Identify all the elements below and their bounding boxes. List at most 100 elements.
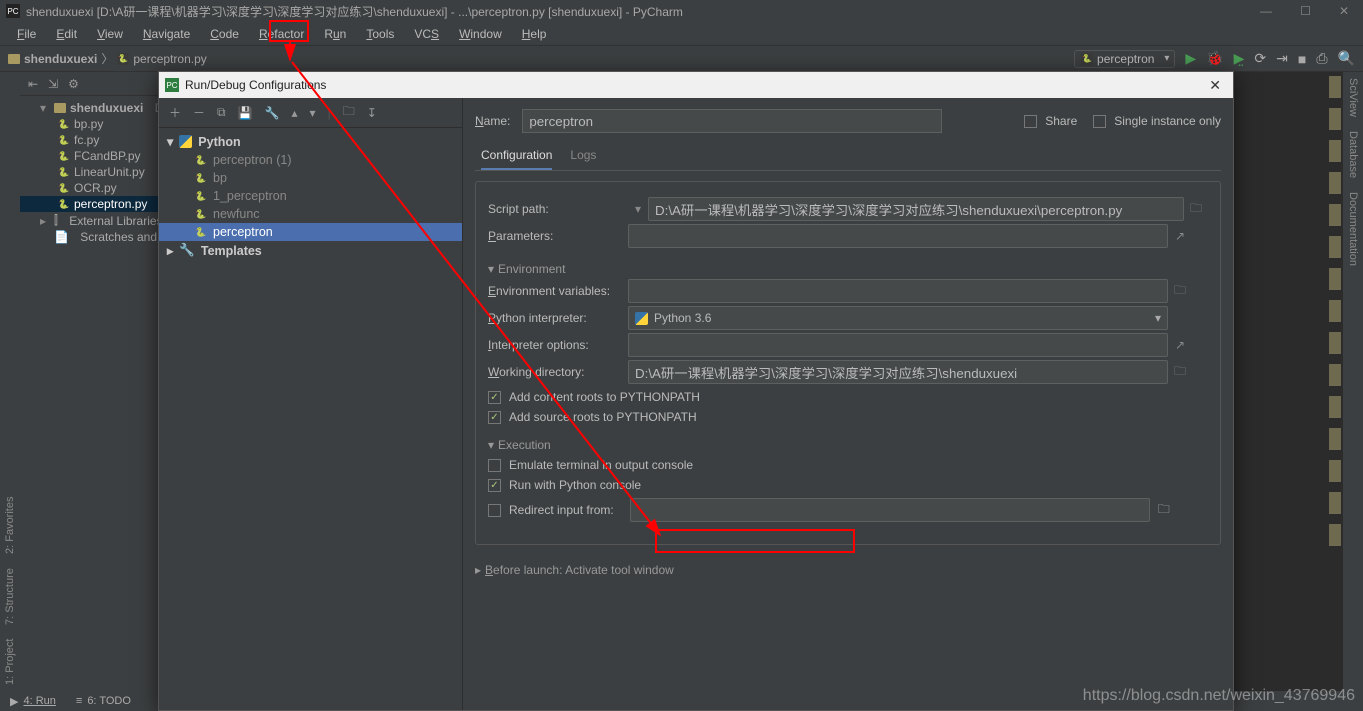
list-icon[interactable]: 🗀	[1168, 281, 1192, 302]
toolwin-run[interactable]: ▶ 4: Run	[10, 695, 56, 708]
envvars-input[interactable]	[628, 279, 1168, 303]
remove-config-button[interactable]: －	[193, 104, 205, 121]
maximize-button[interactable]: ☐	[1300, 4, 1311, 18]
save-config-button[interactable]: 💾	[238, 106, 253, 120]
tab-sciview[interactable]: SciView	[1347, 78, 1359, 117]
browse-icon[interactable]: 🗀	[1168, 362, 1192, 383]
titlebar: PC shenduxuexi [D:\A研一课程\机器学习\深度学习\深度学习对…	[0, 0, 1363, 22]
menu-refactor[interactable]: Refactor	[250, 25, 313, 43]
run-config-selector[interactable]: 🐍 perceptron	[1074, 50, 1175, 68]
pycharm-icon: PC	[6, 4, 20, 18]
move-down-button[interactable]: ▾	[310, 106, 316, 120]
dialog-titlebar[interactable]: PC Run/Debug Configurations ✕	[159, 72, 1233, 98]
single-instance-label: Single instance only	[1114, 114, 1221, 128]
environment-header[interactable]: ▾Environment	[488, 262, 1208, 276]
add-source-roots-checkbox[interactable]	[488, 411, 501, 424]
redirect-input-checkbox[interactable]	[488, 504, 501, 517]
interpreter-select[interactable]: Python 3.6	[628, 306, 1168, 330]
python-icon	[179, 135, 192, 148]
toolwin-todo[interactable]: ≡ 6: TODO	[76, 695, 131, 707]
breadcrumb-root[interactable]: shenduxuexi	[8, 52, 97, 66]
folder-config-button[interactable]: 🗀	[343, 102, 355, 123]
run-coverage-button[interactable]: ▶̤	[1234, 50, 1245, 67]
python-icon	[635, 312, 648, 325]
name-input[interactable]	[522, 109, 942, 133]
emulate-terminal-checkbox[interactable]	[488, 459, 501, 472]
script-path-label: Script path:	[488, 202, 628, 216]
move-up-button[interactable]: ▴	[292, 106, 298, 120]
python-file-icon: 🐍	[1081, 53, 1093, 65]
sort-config-button[interactable]: ↧	[367, 106, 377, 120]
add-source-roots-label: Add source roots to PYTHONPATH	[509, 410, 697, 424]
menu-file[interactable]: File	[8, 25, 45, 43]
debug-button[interactable]: 🐞	[1206, 50, 1223, 67]
browse-icon[interactable]: 🗀	[1184, 199, 1208, 220]
parameters-input[interactable]	[628, 224, 1168, 248]
parameters-label: Parameters:	[488, 229, 628, 243]
tab-structure[interactable]: 7: Structure	[4, 568, 16, 625]
before-launch-header[interactable]: ▸Before launch: Activate tool window	[475, 563, 1221, 577]
interp-opts-input[interactable]	[628, 333, 1168, 357]
menu-code[interactable]: Code	[201, 25, 248, 43]
run-python-console-label: Run with Python console	[509, 478, 641, 492]
expand-icon[interactable]: ↗	[1168, 229, 1192, 243]
menu-vcs[interactable]: VCS	[405, 25, 448, 43]
single-instance-checkbox[interactable]	[1093, 115, 1106, 128]
tab-project[interactable]: 1: Project	[4, 639, 16, 685]
browse-icon[interactable]: 🗀	[1158, 500, 1170, 521]
vcs-update-button[interactable]: ⎙	[1316, 50, 1327, 67]
tab-docs[interactable]: Documentation	[1347, 192, 1359, 266]
tab-favorites[interactable]: 2: Favorites	[4, 496, 16, 553]
menu-edit[interactable]: Edit	[47, 25, 86, 43]
collapse-all-icon[interactable]: ⇤	[28, 77, 38, 91]
menu-view[interactable]: View	[88, 25, 132, 43]
run-button[interactable]: ▶	[1185, 50, 1196, 67]
menu-run[interactable]: Run	[315, 25, 355, 43]
cfgtree-perceptron1[interactable]: 🐍perceptron (1)	[159, 151, 462, 169]
share-label: Share	[1045, 114, 1077, 128]
envvars-label: Environment variables:	[488, 284, 628, 298]
menu-window[interactable]: Window	[450, 25, 511, 43]
script-path-mode-dropdown[interactable]: ▾	[628, 202, 648, 216]
execution-header[interactable]: ▾Execution	[488, 438, 1208, 452]
breadcrumb-separator: 〉	[97, 50, 117, 67]
cfgtree-python[interactable]: ▾Python	[159, 132, 462, 151]
expand-icon[interactable]: ↗	[1168, 338, 1192, 352]
left-tool-strip: 1: Project 7: Structure 2: Favorites	[0, 72, 20, 691]
search-everywhere-button[interactable]: 🔍	[1338, 50, 1355, 67]
close-dialog-button[interactable]: ✕	[1203, 77, 1227, 94]
stop-button[interactable]: ■	[1298, 51, 1306, 67]
cfgtree-perceptron[interactable]: 🐍perceptron	[159, 223, 462, 241]
menu-tools[interactable]: Tools	[357, 25, 403, 43]
tab-logs[interactable]: Logs	[570, 142, 596, 170]
gear-icon[interactable]: ⚙	[68, 77, 79, 91]
interp-opts-label: Interpreter options:	[488, 338, 628, 352]
breadcrumb-file[interactable]: 🐍 perceptron.py	[117, 52, 206, 66]
copy-config-button[interactable]: ⧉	[217, 105, 226, 120]
pycharm-icon: PC	[165, 78, 179, 92]
script-path-input[interactable]	[648, 197, 1184, 221]
expand-all-icon[interactable]: ⇲	[48, 77, 58, 91]
dialog-tree-toolbar: ＋ － ⧉ 💾 🔧 ▴ ▾ | 🗀 ↧	[159, 98, 462, 128]
tab-configuration[interactable]: Configuration	[481, 142, 552, 170]
workdir-label: Working directory:	[488, 365, 628, 379]
attach-process-button[interactable]: ⇥	[1276, 50, 1288, 67]
cfgtree-bp[interactable]: 🐍bp	[159, 169, 462, 187]
wrench-icon[interactable]: 🔧	[265, 106, 280, 120]
tab-database[interactable]: Database	[1347, 131, 1359, 178]
run-python-console-checkbox[interactable]	[488, 479, 501, 492]
close-app-button[interactable]: ✕	[1339, 4, 1349, 18]
menu-navigate[interactable]: Navigate	[134, 25, 199, 43]
cfgtree-1perceptron[interactable]: 🐍1_perceptron	[159, 187, 462, 205]
cfgtree-templates[interactable]: ▸🔧Templates	[159, 241, 462, 260]
menu-help[interactable]: Help	[513, 25, 556, 43]
folder-icon	[8, 54, 20, 64]
redirect-input-field[interactable]	[630, 498, 1150, 522]
minimize-button[interactable]: —	[1260, 4, 1272, 18]
add-config-button[interactable]: ＋	[169, 104, 181, 121]
cfgtree-newfunc[interactable]: 🐍newfunc	[159, 205, 462, 223]
workdir-input[interactable]	[628, 360, 1168, 384]
add-content-roots-checkbox[interactable]	[488, 391, 501, 404]
profile-button[interactable]: ⟳	[1254, 50, 1266, 67]
share-checkbox[interactable]	[1024, 115, 1037, 128]
